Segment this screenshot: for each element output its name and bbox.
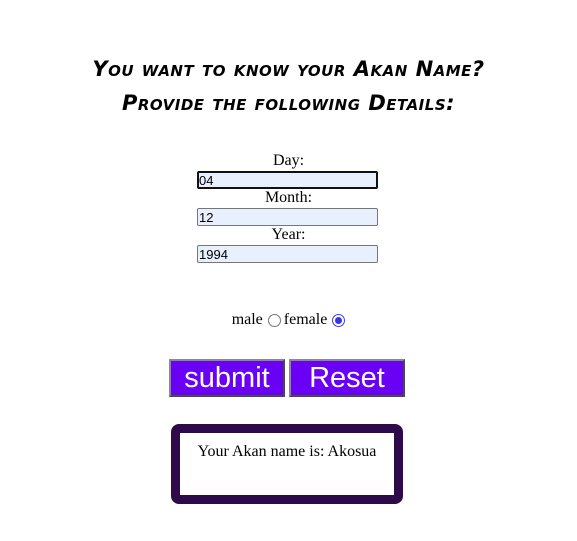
day-label: Day: [272, 152, 305, 169]
month-input[interactable] [197, 208, 378, 226]
page-title: You want to know your Akan Name? [92, 57, 485, 81]
page-subtitle: Provide the following Details: [121, 91, 456, 115]
day-input[interactable] [197, 171, 378, 189]
reset-button[interactable]: Reset [289, 359, 405, 397]
year-input[interactable] [197, 245, 378, 263]
male-label: male [231, 311, 263, 328]
male-radio[interactable] [267, 313, 281, 327]
submit-button[interactable]: submit [169, 359, 285, 397]
result-text: Your Akan name is: Akosua [197, 443, 377, 460]
result-box: Your Akan name is: Akosua [171, 424, 403, 504]
year-label: Year: [271, 226, 306, 243]
gender-selector: male female [0, 310, 577, 330]
female-label: female [283, 311, 328, 328]
female-radio[interactable] [332, 313, 346, 327]
month-label: Month: [264, 189, 313, 206]
